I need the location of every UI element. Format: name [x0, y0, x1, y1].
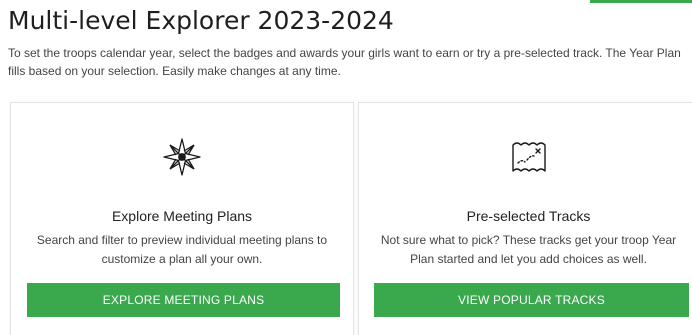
explore-meeting-plans-button[interactable]: EXPLORE MEETING PLANS	[27, 283, 340, 317]
treasure-map-icon	[507, 135, 551, 179]
view-popular-tracks-button[interactable]: VIEW POPULAR TRACKS	[374, 283, 689, 317]
explore-meeting-plans-card: Explore Meeting Plans Search and filter …	[10, 102, 354, 335]
page-title: Multi-level Explorer 2023-2024	[8, 6, 394, 35]
intro-text: To set the troops calendar year, select …	[8, 46, 681, 78]
pre-selected-tracks-card: Pre-selected Tracks Not sure what to pic…	[358, 102, 692, 335]
card-description: Search and filter to preview individual …	[36, 233, 328, 266]
top-accent-bar	[590, 0, 692, 3]
page: Multi-level Explorer 2023-2024 To set th…	[0, 0, 692, 335]
card-title: Pre-selected Tracks	[466, 208, 591, 224]
card-title: Explore Meeting Plans	[111, 208, 253, 224]
card-description: Not sure what to pick? These tracks get …	[380, 233, 677, 266]
compass-star-icon	[160, 135, 204, 179]
